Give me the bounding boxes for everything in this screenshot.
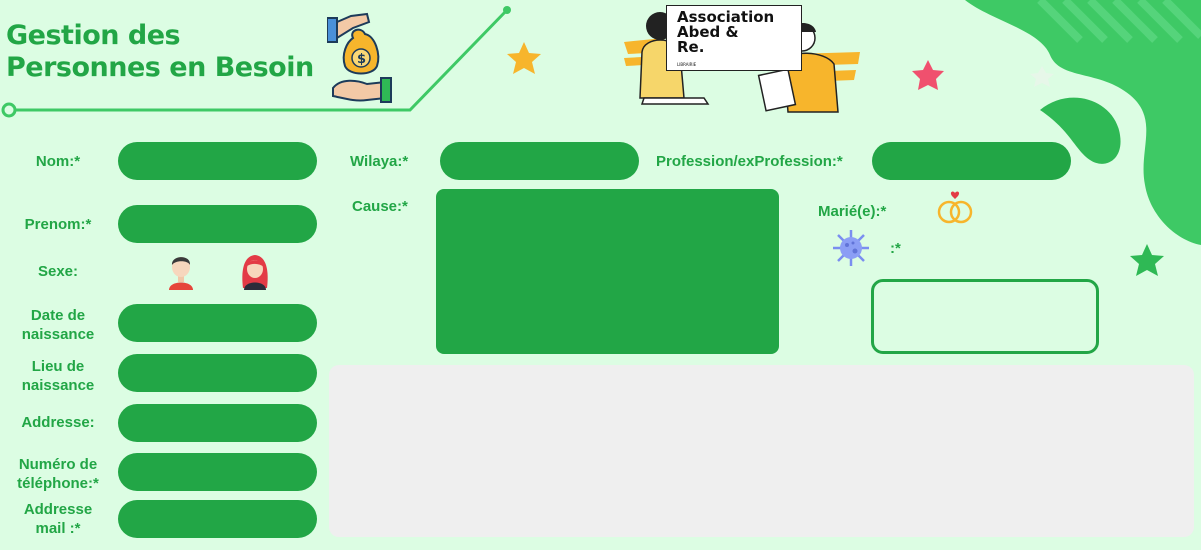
email-label: Addresse mail :* (23, 501, 93, 537)
prenom-input[interactable] (118, 205, 317, 243)
pale-star-icon (1030, 66, 1054, 87)
wilaya-label: Wilaya:* (350, 153, 409, 170)
title-line-2: Personnes en Besoin (6, 52, 314, 83)
wilaya-input[interactable] (440, 142, 639, 180)
orange-star-icon (507, 42, 541, 74)
date-naissance-input[interactable] (118, 304, 317, 342)
association-logo: Association Abed & Re. LIBRAIRIE (666, 5, 802, 71)
marie-label: Marié(e):* (818, 203, 887, 220)
adresse-input[interactable] (118, 404, 317, 442)
prenom-label: Prenom:* (24, 216, 92, 233)
title-line-1: Gestion des (6, 20, 181, 51)
logo-tagline: LIBRAIRIE (677, 62, 697, 67)
cause-label: Cause:* (352, 198, 408, 215)
lieu-naissance-input[interactable] (118, 354, 317, 392)
virus-icon[interactable] (831, 228, 871, 268)
cause-textarea[interactable] (436, 189, 779, 354)
date-naissance-label: Date de naissance (21, 307, 95, 343)
maladie-input-box[interactable] (871, 279, 1099, 354)
adresse-label: Addresse: (21, 414, 95, 431)
green-star-icon (1130, 244, 1164, 276)
results-panel[interactable] (329, 365, 1194, 537)
male-avatar-icon[interactable] (166, 252, 196, 290)
svg-text:$: $ (357, 52, 366, 67)
email-input[interactable] (118, 500, 317, 538)
female-avatar-icon[interactable] (239, 252, 271, 290)
nom-input[interactable] (118, 142, 317, 180)
telephone-input[interactable] (118, 453, 317, 491)
page-title: Gestion des Personnes en Besoin (6, 20, 314, 84)
hand-money-bag-icon: $ (327, 12, 392, 103)
lieu-naissance-label: Lieu de naissance (21, 358, 95, 394)
red-star-icon (912, 60, 944, 90)
profession-input[interactable] (872, 142, 1071, 180)
logo-line-3: Re. (677, 38, 705, 56)
wedding-rings-icon[interactable] (935, 190, 975, 226)
telephone-label: Numéro de téléphone:* (17, 456, 99, 492)
nom-label: Nom:* (35, 153, 81, 170)
virus-label: :* (890, 240, 901, 257)
sexe-label: Sexe: (37, 263, 79, 280)
profession-label: Profession/exProfession:* (656, 153, 843, 170)
